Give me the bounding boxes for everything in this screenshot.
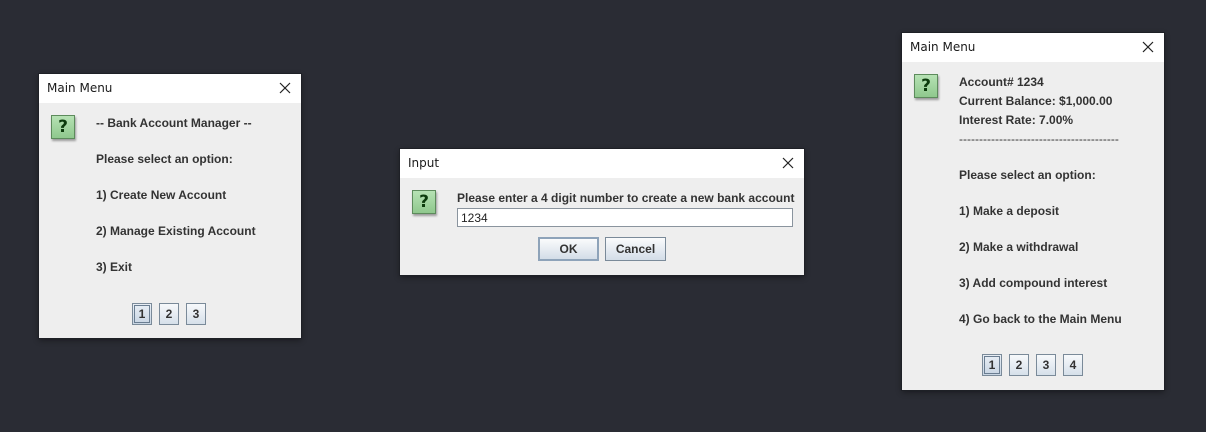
close-icon[interactable] xyxy=(778,153,798,173)
menu-option-2: 2) Manage Existing Account xyxy=(96,224,256,238)
main-menu-dialog: Main Menu ? -- Bank Account Manager -- P… xyxy=(39,74,301,338)
menu-option-2: 2) Make a withdrawal xyxy=(959,240,1079,254)
close-icon[interactable] xyxy=(1138,37,1158,57)
menu-option-1: 1) Create New Account xyxy=(96,188,227,202)
account-menu-dialog: Main Menu ? Account# 1234 Current Balanc… xyxy=(902,33,1164,390)
menu-prompt: Please select an option: xyxy=(96,152,233,166)
question-icon: ? xyxy=(412,190,436,214)
input-prompt: Please enter a 4 digit number to create … xyxy=(457,191,795,205)
dialog-title: Main Menu xyxy=(910,40,976,54)
account-number-input[interactable] xyxy=(457,208,793,227)
titlebar[interactable]: Input xyxy=(400,149,804,178)
current-balance: Current Balance: $1,000.00 xyxy=(959,94,1113,108)
menu-prompt: Please select an option: xyxy=(959,168,1096,182)
ok-button[interactable]: OK xyxy=(538,237,599,261)
option-2-button[interactable]: 2 xyxy=(159,303,179,325)
cancel-button[interactable]: Cancel xyxy=(605,237,666,261)
question-icon: ? xyxy=(51,115,75,139)
separator-line: ---------------------------------------- xyxy=(959,132,1119,146)
titlebar[interactable]: Main Menu xyxy=(902,33,1164,62)
dialog-title: Input xyxy=(408,156,440,170)
input-dialog: Input ? Please enter a 4 digit number to… xyxy=(400,149,804,275)
question-icon: ? xyxy=(914,74,938,98)
option-2-button[interactable]: 2 xyxy=(1009,354,1029,376)
menu-option-3: 3) Add compound interest xyxy=(959,276,1108,290)
account-number: Account# 1234 xyxy=(959,75,1044,89)
menu-option-3: 3) Exit xyxy=(96,260,133,274)
option-3-button[interactable]: 3 xyxy=(186,303,206,325)
titlebar[interactable]: Main Menu xyxy=(39,74,301,103)
option-3-button[interactable]: 3 xyxy=(1036,354,1056,376)
close-icon[interactable] xyxy=(275,78,295,98)
option-1-button[interactable]: 1 xyxy=(132,303,152,325)
menu-heading: -- Bank Account Manager -- xyxy=(96,116,252,130)
dialog-title: Main Menu xyxy=(47,81,113,95)
menu-option-1: 1) Make a deposit xyxy=(959,204,1060,218)
interest-rate: Interest Rate: 7.00% xyxy=(959,113,1074,127)
menu-option-4: 4) Go back to the Main Menu xyxy=(959,312,1122,326)
option-4-button[interactable]: 4 xyxy=(1063,354,1083,376)
option-1-button[interactable]: 1 xyxy=(982,354,1002,376)
